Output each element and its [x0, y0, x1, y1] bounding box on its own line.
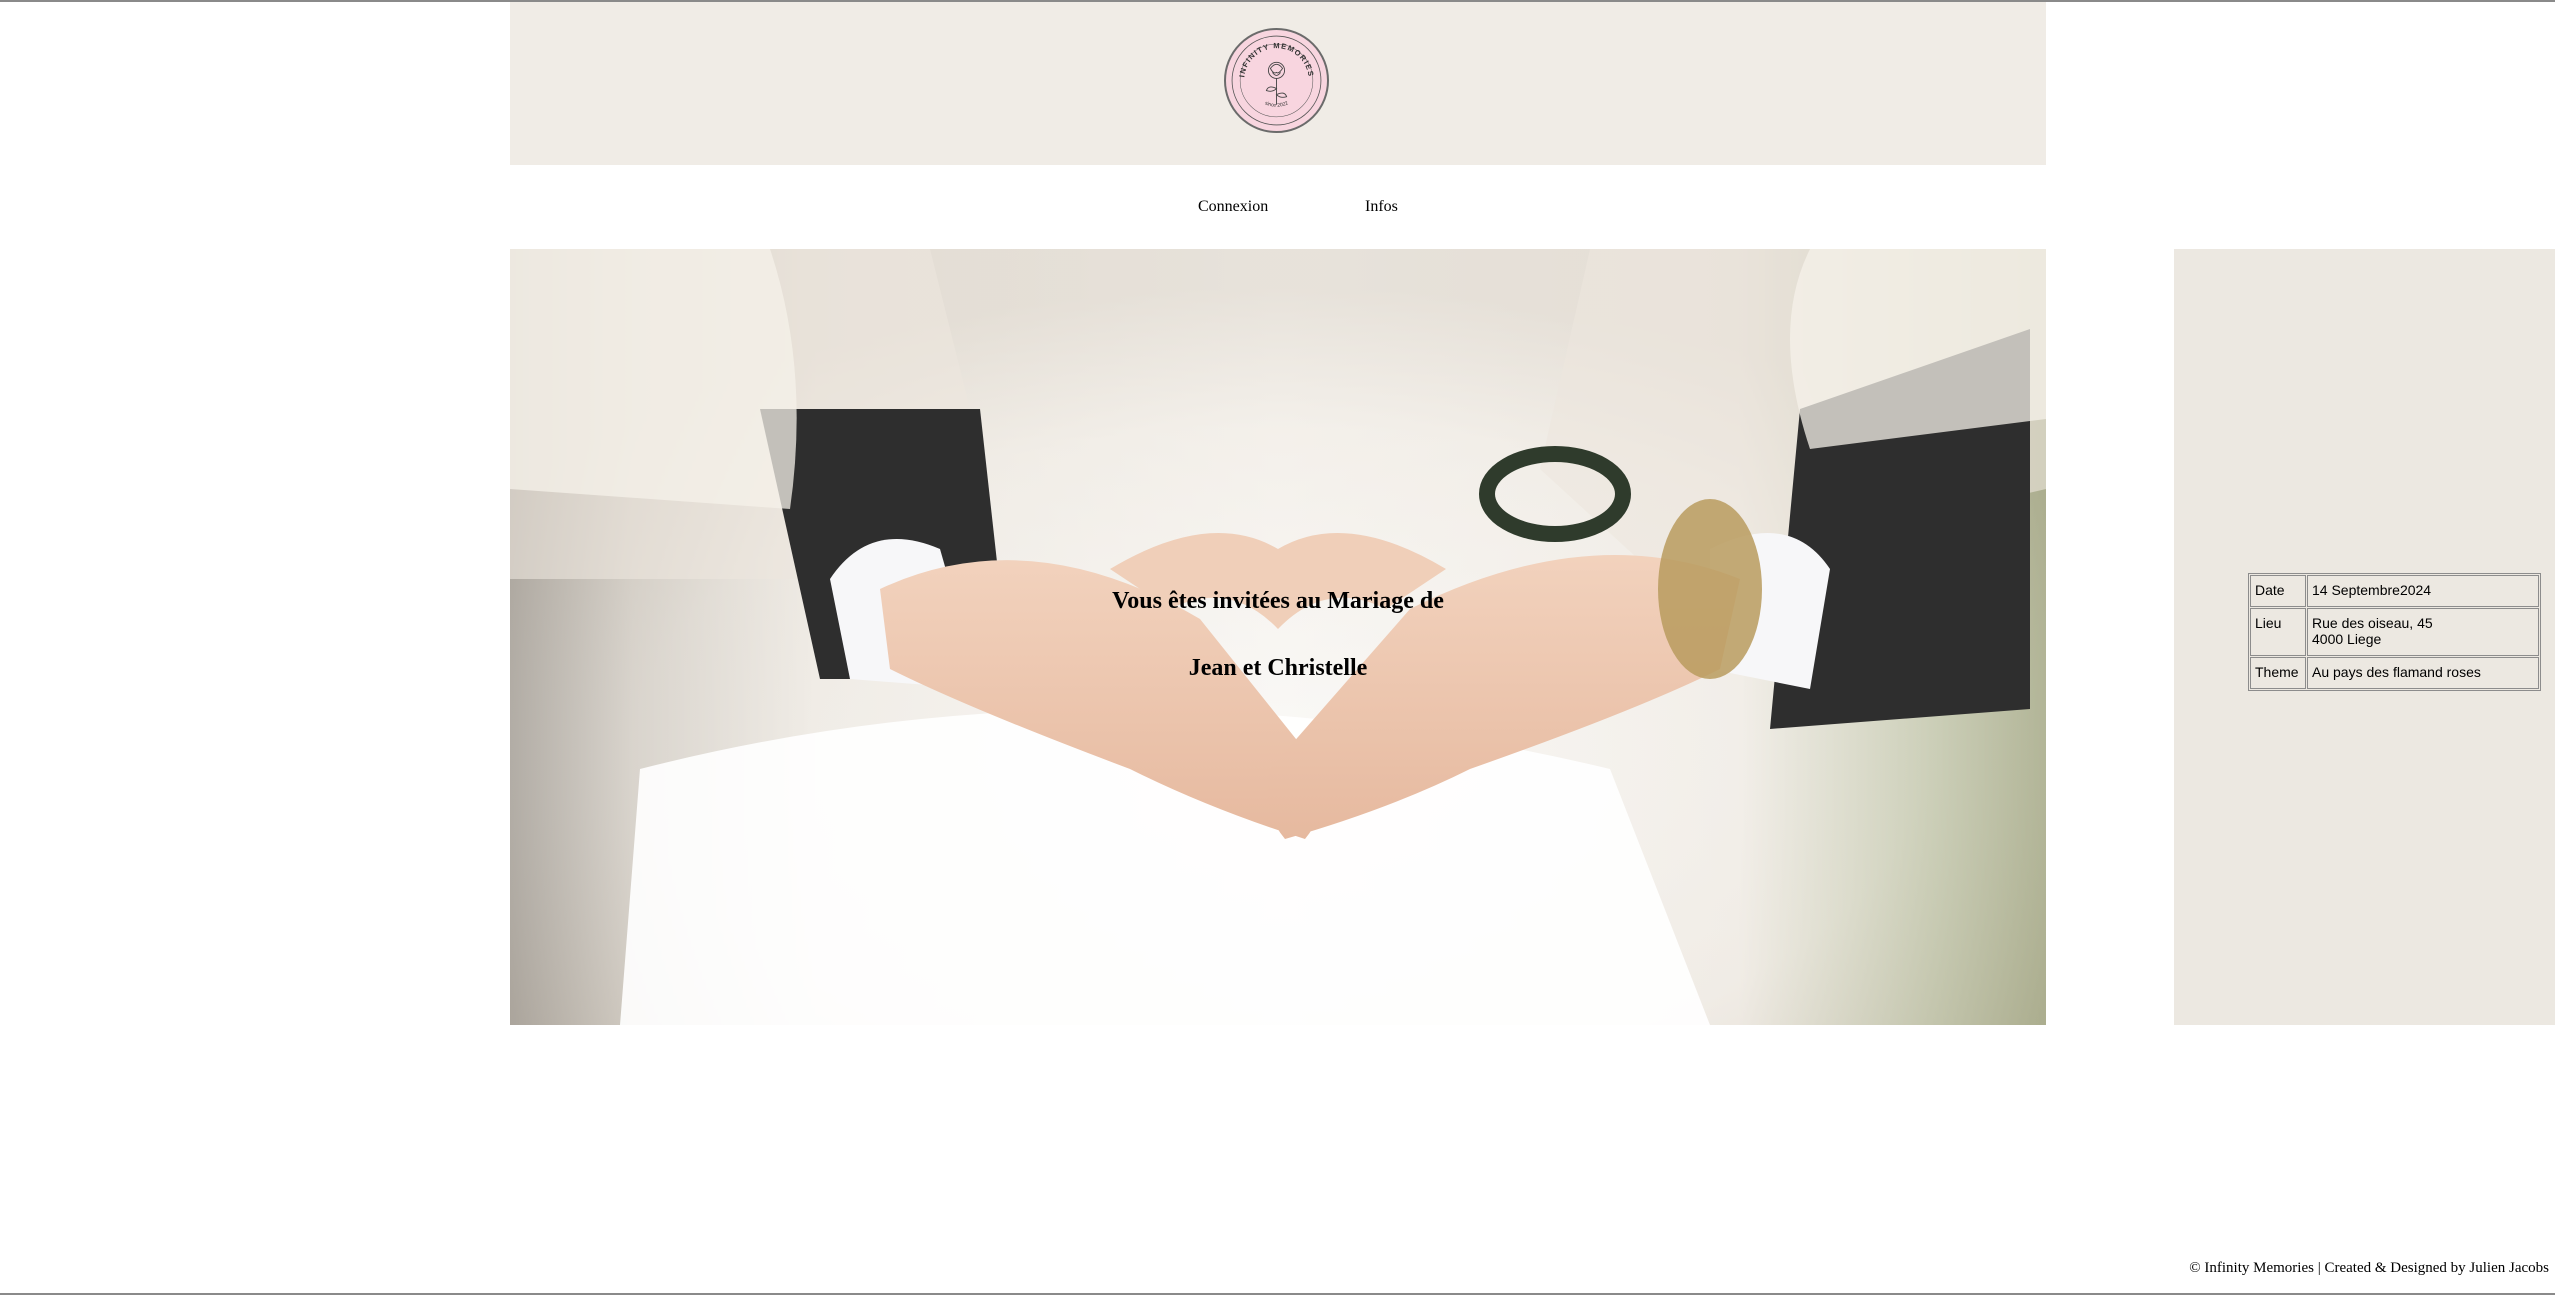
table-row: Lieu Rue des oiseau, 45 4000 Liege [2250, 608, 2539, 656]
date-label: Date [2250, 575, 2306, 607]
location-label: Lieu [2250, 608, 2306, 656]
wedding-hands-photo [510, 249, 2046, 1025]
date-value: 14 Septembre2024 [2307, 575, 2539, 607]
hero-banner: Vous êtes invitées au Mariage de Jean et… [510, 249, 2046, 1025]
hero-couple-names: Jean et Christelle [1188, 655, 1368, 681]
site-logo[interactable]: INFINITY MEMORIES since 2022 [1224, 28, 1329, 133]
table-row: Date 14 Septembre2024 [2250, 575, 2539, 607]
location-city: 4000 Liege [2312, 631, 2382, 647]
main-nav: Connexion Infos [0, 198, 2555, 222]
theme-value: Au pays des flamand roses [2307, 657, 2539, 689]
site-header: INFINITY MEMORIES since 2022 [510, 2, 2046, 165]
event-details-table: Date 14 Septembre2024 Lieu Rue des oisea… [2248, 573, 2541, 691]
hero-invitation-line: Vous êtes invitées au Mariage de [1112, 588, 1444, 614]
theme-label: Theme [2250, 657, 2306, 689]
rose-icon: INFINITY MEMORIES since 2022 [1231, 35, 1322, 126]
location-street: Rue des oiseau, 45 [2312, 615, 2433, 631]
site-footer: © Infinity Memories | Created & Designed… [2189, 1260, 2549, 1276]
nav-connexion-link[interactable]: Connexion [1198, 198, 1268, 216]
location-value: Rue des oiseau, 45 4000 Liege [2307, 608, 2539, 656]
table-row: Theme Au pays des flamand roses [2250, 657, 2539, 689]
nav-infos-link[interactable]: Infos [1365, 198, 1398, 216]
event-details-panel: Date 14 Septembre2024 Lieu Rue des oisea… [2174, 249, 2555, 1025]
page: INFINITY MEMORIES since 2022 Connexion I… [0, 0, 2555, 1295]
